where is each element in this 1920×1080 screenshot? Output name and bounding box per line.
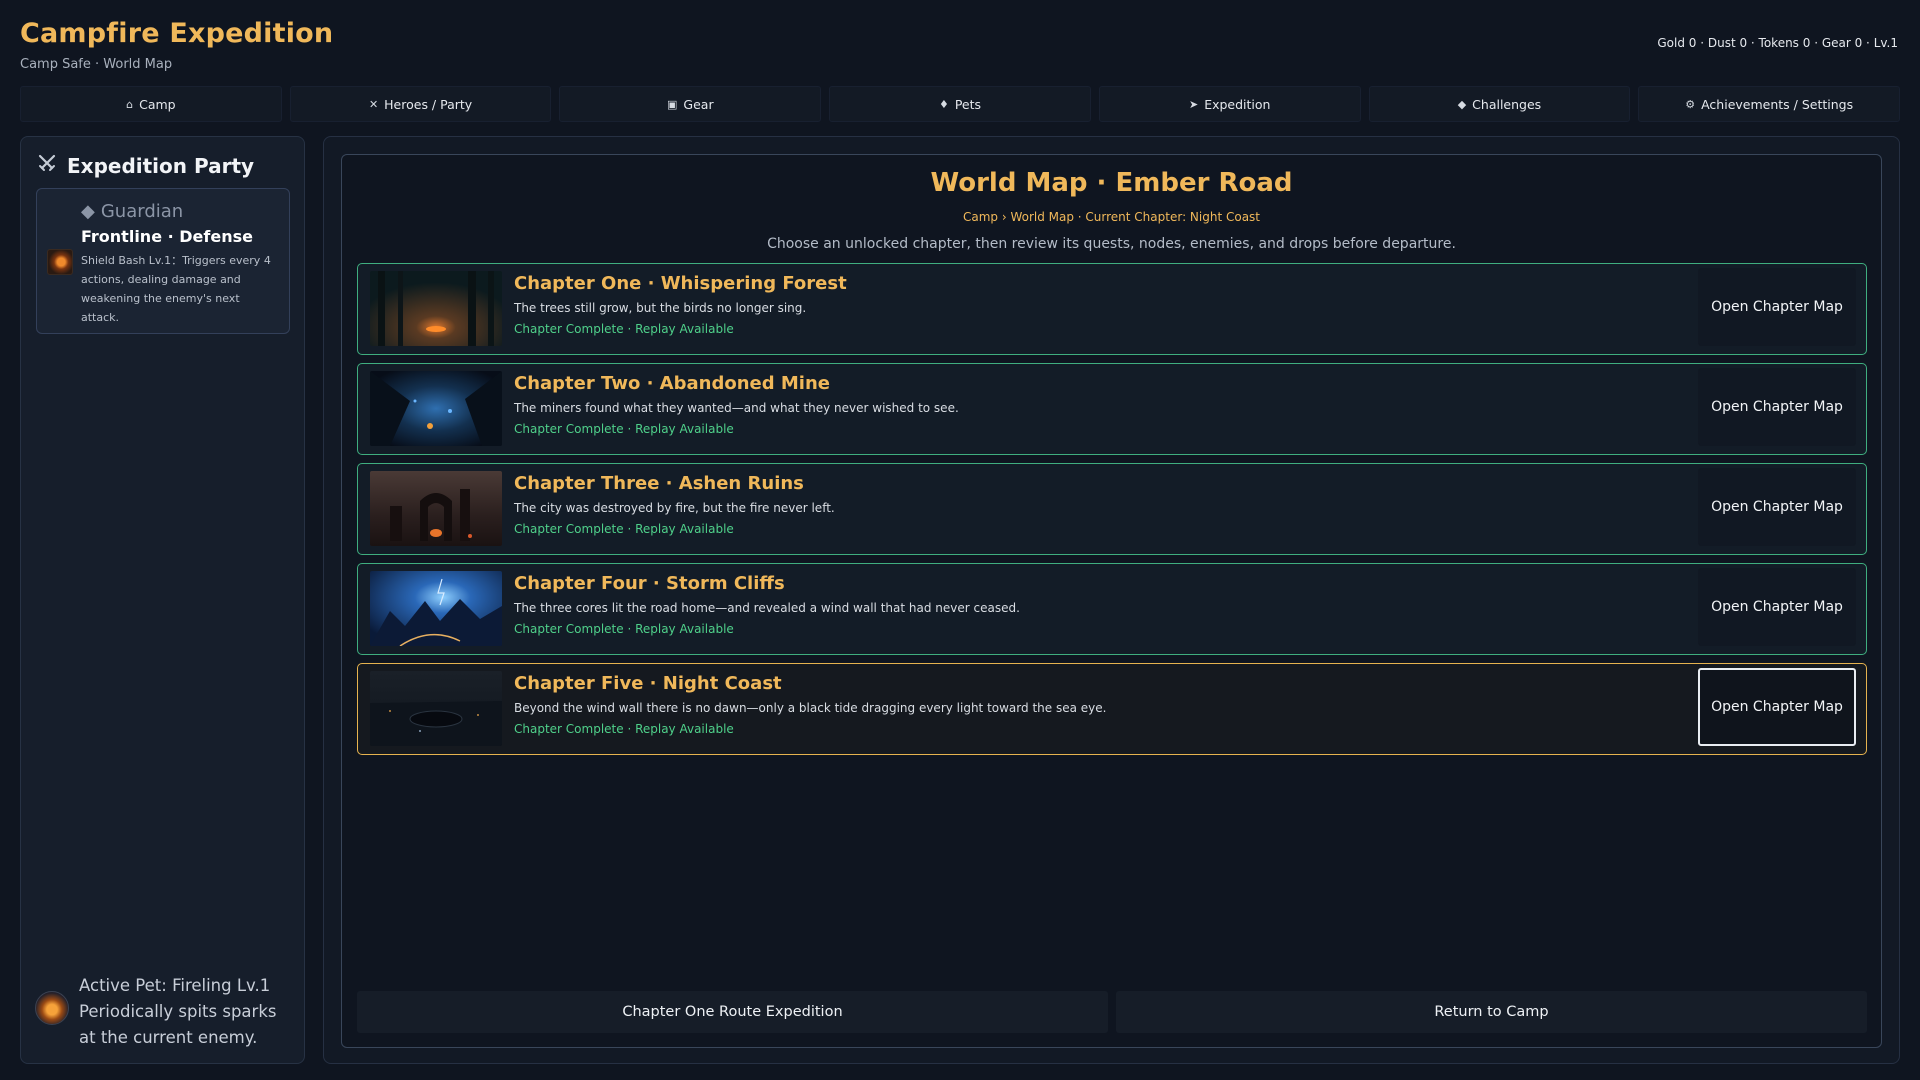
route-expedition-button[interactable]: Chapter One Route Expedition xyxy=(357,991,1108,1033)
expedition-party-panel: Expedition Party ◆ Guardian Frontline · … xyxy=(20,136,305,1064)
tab-label: Heroes / Party xyxy=(384,96,473,112)
hero-card[interactable]: ◆ Guardian Frontline · Defense Shield Ba… xyxy=(36,188,290,334)
world-map-frame: World Map · Ember Road Camp › World Map … xyxy=(341,154,1882,1048)
chapter-title: Chapter Three · Ashen Ruins xyxy=(514,473,804,494)
diamond-icon: ◆ xyxy=(1457,97,1467,111)
map-description: Choose an unlocked chapter, then review … xyxy=(767,236,1456,252)
hero-skill-description: Shield Bash Lv.1：Triggers every 4 action… xyxy=(81,254,271,324)
chapter-description: The trees still grow, but the birds no l… xyxy=(514,301,807,315)
chapter-description: Beyond the wind wall there is no dawn—on… xyxy=(514,701,1107,715)
chapter-card-2[interactable]: Chapter Two · Abandoned Mine The miners … xyxy=(357,363,1867,455)
hero-class-label: Guardian xyxy=(100,201,184,222)
shield-bash-skill-icon xyxy=(47,249,73,275)
chapter-title: Chapter Five · Night Coast xyxy=(514,673,782,694)
chapter-card-4[interactable]: Chapter Four · Storm Cliffs The three co… xyxy=(357,563,1867,655)
chapter-card-3[interactable]: Chapter Three · Ashen Ruins The city was… xyxy=(357,463,1867,555)
world-map-panel: World Map · Ember Road Camp › World Map … xyxy=(323,136,1900,1064)
active-pet-text: Active Pet: Fireling Lv.1 Periodically s… xyxy=(79,976,277,1047)
tab-label: Challenges xyxy=(1472,96,1542,112)
chapter-thumbnail xyxy=(370,371,502,446)
chapter-title: Chapter Four · Storm Cliffs xyxy=(514,573,785,594)
open-chapter-map-button[interactable]: Open Chapter Map xyxy=(1698,468,1856,546)
chapter-status: Chapter Complete · Replay Available xyxy=(514,622,734,636)
crossed-swords-icon: ✕ xyxy=(368,97,379,111)
open-chapter-map-button[interactable]: Open Chapter Map xyxy=(1698,668,1856,746)
hero-class: ◆ Guardian xyxy=(81,201,183,222)
active-pet: Active Pet: Fireling Lv.1 Periodically s… xyxy=(35,973,295,1051)
map-title: World Map · Ember Road xyxy=(930,168,1293,198)
resource-summary: Gold 0 · Dust 0 · Tokens 0 · Gear 0 · Lv… xyxy=(1657,36,1898,50)
tab-label: Expedition xyxy=(1204,96,1271,112)
tab-label: Gear xyxy=(683,96,714,112)
tab-heroes-party[interactable]: ✕ Heroes / Party xyxy=(289,86,552,122)
chapter-card-1[interactable]: Chapter One · Whispering Forest The tree… xyxy=(357,263,1867,355)
house-icon: ⌂ xyxy=(126,97,134,111)
chapter-title: Chapter Two · Abandoned Mine xyxy=(514,373,830,394)
main-nav: ⌂ Camp ✕ Heroes / Party ▣ Gear ♦ Pets ➤ Exped… xyxy=(20,86,1901,122)
chapter-thumbnail xyxy=(370,271,502,346)
diamond-icon: ◆ xyxy=(81,201,95,222)
tab-camp[interactable]: ⌂ Camp xyxy=(20,86,282,122)
paw-diamond-icon: ♦ xyxy=(938,97,949,111)
open-chapter-map-button[interactable]: Open Chapter Map xyxy=(1698,268,1856,346)
chapter-list: Chapter One · Whispering Forest The tree… xyxy=(357,263,1867,763)
tab-label: Pets xyxy=(954,96,982,112)
tab-challenges[interactable]: ◆ Challenges xyxy=(1368,86,1631,122)
hero-role: Frontline · Defense xyxy=(81,227,253,246)
chapter-description: The city was destroyed by fire, but the … xyxy=(514,501,835,515)
map-actions: Chapter One Route Expedition Return to C… xyxy=(357,991,1867,1033)
chapter-title: Chapter One · Whispering Forest xyxy=(514,273,847,294)
breadcrumb: Camp › World Map · Current Chapter: Nigh… xyxy=(962,210,1261,224)
chapter-description: The three cores lit the road home—and re… xyxy=(514,601,1020,615)
gear-box-icon: ▣ xyxy=(667,97,678,111)
crossed-swords-icon xyxy=(37,153,57,178)
app-subtitle: Camp Safe · World Map xyxy=(20,57,173,72)
party-title-label: Expedition Party xyxy=(67,153,255,178)
chapter-status: Chapter Complete · Replay Available xyxy=(514,322,734,336)
fireling-pet-icon xyxy=(35,991,69,1025)
chapter-status: Chapter Complete · Replay Available xyxy=(514,522,734,536)
return-to-camp-button[interactable]: Return to Camp xyxy=(1116,991,1867,1033)
chapter-thumbnail xyxy=(370,671,502,746)
gear-icon: ⚙ xyxy=(1685,97,1696,111)
party-title: Expedition Party xyxy=(37,153,254,178)
chapter-thumbnail xyxy=(370,571,502,646)
chapter-description: The miners found what they wanted—and wh… xyxy=(514,401,959,415)
chapter-status: Chapter Complete · Replay Available xyxy=(514,422,734,436)
open-chapter-map-button[interactable]: Open Chapter Map xyxy=(1698,568,1856,646)
open-chapter-map-button[interactable]: Open Chapter Map xyxy=(1698,368,1856,446)
tab-pets[interactable]: ♦ Pets xyxy=(829,86,1091,122)
app-title: Campfire Expedition xyxy=(20,18,334,49)
tab-label: Camp xyxy=(139,96,176,112)
tab-gear[interactable]: ▣ Gear xyxy=(559,86,822,122)
tab-label: Achievements / Settings xyxy=(1701,96,1854,112)
tab-achievements-settings[interactable]: ⚙ Achievements / Settings xyxy=(1638,86,1901,122)
chapter-card-5[interactable]: Chapter Five · Night Coast Beyond the wi… xyxy=(357,663,1867,755)
chapter-status: Chapter Complete · Replay Available xyxy=(514,722,734,736)
arrow-right-icon: ➤ xyxy=(1188,97,1199,111)
chapter-thumbnail xyxy=(370,471,502,546)
tab-expedition[interactable]: ➤ Expedition xyxy=(1098,86,1361,122)
app-header: Campfire Expedition Camp Safe · World Ma… xyxy=(20,18,333,72)
